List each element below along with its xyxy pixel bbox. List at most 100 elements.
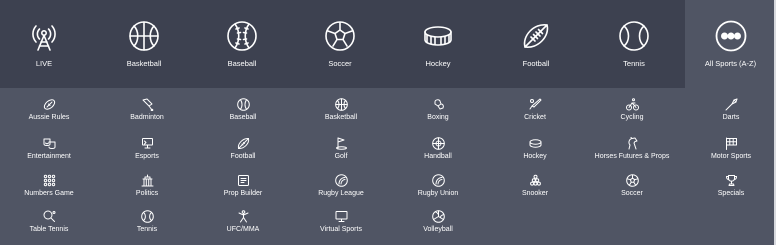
sport-item-golf[interactable]: Golf: [294, 137, 388, 171]
sport-label: Handball: [424, 153, 452, 160]
sport-label: Table Tennis: [29, 226, 69, 233]
sport-item-snooker[interactable]: Snooker: [488, 174, 582, 208]
sport-item-volleyball[interactable]: Volleyball: [391, 210, 485, 244]
sport-label: Rugby Union: [417, 190, 459, 197]
sport-label: Basketball: [324, 114, 358, 121]
sport-item-specials[interactable]: Specials: [684, 174, 776, 208]
sport-label: Darts: [722, 114, 740, 121]
sport-item-football[interactable]: Football: [196, 137, 290, 171]
motor-sports-flag-icon: [725, 137, 738, 150]
badminton-icon: [141, 98, 154, 111]
sport-item-soccer[interactable]: Soccer: [585, 174, 679, 208]
nav-label: Baseball: [227, 59, 257, 68]
nav-label: Football: [522, 59, 550, 68]
numbers-game-icon: [43, 174, 56, 187]
sport-label: Specials: [717, 190, 745, 197]
sport-label: Baseball: [229, 114, 257, 121]
sport-label: Tennis: [136, 226, 158, 233]
ufc-mma-icon: [237, 210, 250, 223]
sport-item-cycling[interactable]: Cycling: [585, 98, 679, 132]
sport-label: Football: [230, 153, 256, 160]
nav-item-hockey[interactable]: Hockey: [392, 0, 484, 88]
sport-label: Boxing: [427, 114, 449, 121]
sport-label: Aussie Rules: [28, 114, 70, 121]
cycling-icon: [625, 98, 639, 111]
horse-icon: [626, 137, 639, 150]
sport-label: Numbers Game: [24, 190, 74, 197]
soccer-icon: [625, 174, 639, 187]
tennis-icon: [140, 210, 154, 223]
baseball-icon: [226, 20, 258, 52]
sport-label: Motor Sports: [710, 153, 752, 160]
sport-item-rugby-league[interactable]: Rugby League: [294, 174, 388, 208]
sport-label: Volleyball: [423, 226, 453, 233]
virtual-sports-icon: [335, 210, 348, 223]
football-icon: [237, 137, 250, 150]
sport-item-hockey[interactable]: Hockey: [488, 137, 582, 171]
tennis-ball-icon: [618, 20, 650, 52]
nav-label: Soccer: [328, 59, 352, 68]
sport-label: Soccer: [621, 190, 643, 197]
sport-item-horses-futures-props[interactable]: Horses Futures & Props: [585, 137, 679, 171]
boxing-icon: [432, 98, 445, 111]
sport-label: Virtual Sports: [320, 226, 362, 233]
sport-item-handball[interactable]: Handball: [391, 137, 485, 171]
nav-label: Tennis: [623, 59, 645, 68]
sport-item-motor-sports[interactable]: Motor Sports: [684, 137, 776, 171]
sport-item-entertainment[interactable]: Entertainment: [2, 137, 96, 171]
rugby-union-icon: [431, 174, 445, 187]
sport-label: Horses Futures & Props: [594, 153, 670, 160]
nav-item-basketball[interactable]: Basketball: [98, 0, 190, 88]
sport-item-boxing[interactable]: Boxing: [391, 98, 485, 132]
sport-label: Cycling: [620, 114, 644, 121]
nav-item-soccer[interactable]: Soccer: [294, 0, 386, 88]
sport-label: Rugby League: [318, 190, 364, 197]
sport-item-badminton[interactable]: Badminton: [100, 98, 194, 132]
nav-item-live[interactable]: LIVE: [0, 0, 88, 88]
sport-label: Hockey: [523, 153, 547, 160]
basketball-icon: [334, 98, 348, 111]
nav-item-tennis[interactable]: Tennis: [588, 0, 680, 88]
sport-item-numbers-game[interactable]: Numbers Game: [2, 174, 96, 208]
aussie-rules-icon: [43, 98, 56, 111]
entertainment-icon: [43, 137, 56, 150]
football-icon: [520, 20, 552, 52]
hockey-icon: [529, 137, 542, 150]
sport-item-ufc-mma[interactable]: UFC/MMA: [196, 210, 290, 244]
sports-top-nav: LIVE Basketball Baseball Soccer Hockey F…: [0, 0, 776, 88]
golf-icon: [335, 137, 348, 150]
nav-item-all-sports[interactable]: All Sports (A-Z): [685, 0, 776, 88]
sport-label: UFC/MMA: [226, 226, 260, 233]
sport-item-tennis[interactable]: Tennis: [100, 210, 194, 244]
sport-label: Prop Builder: [223, 190, 263, 197]
sport-item-cricket[interactable]: Cricket: [488, 98, 582, 132]
sport-item-table-tennis[interactable]: Table Tennis: [2, 210, 96, 244]
sport-item-aussie-rules[interactable]: Aussie Rules: [2, 98, 96, 132]
soccer-ball-icon: [324, 20, 356, 52]
sport-item-rugby-union[interactable]: Rugby Union: [391, 174, 485, 208]
sport-item-baseball[interactable]: Baseball: [196, 98, 290, 132]
more-dots-icon: [715, 20, 747, 52]
handball-icon: [431, 137, 445, 150]
sport-label: Snooker: [521, 190, 549, 197]
sport-item-darts[interactable]: Darts: [684, 98, 776, 132]
nav-item-football[interactable]: Football: [490, 0, 582, 88]
politics-icon: [141, 174, 154, 187]
sport-item-politics[interactable]: Politics: [100, 174, 194, 208]
sport-item-esports[interactable]: Esports: [100, 137, 194, 171]
prop-builder-icon: [237, 174, 250, 187]
nav-label: Hockey: [425, 59, 451, 68]
sport-label: Cricket: [524, 114, 546, 121]
specials-trophy-icon: [725, 174, 738, 187]
sport-item-virtual-sports[interactable]: Virtual Sports: [294, 210, 388, 244]
table-tennis-icon: [43, 210, 56, 223]
snooker-icon: [529, 174, 542, 187]
sport-label: Badminton: [130, 114, 164, 121]
rugby-league-icon: [334, 174, 348, 187]
nav-label: LIVE: [35, 59, 53, 68]
nav-item-baseball[interactable]: Baseball: [196, 0, 288, 88]
nav-label: Basketball: [126, 59, 162, 68]
volleyball-icon: [431, 210, 445, 223]
sport-item-prop-builder[interactable]: Prop Builder: [196, 174, 290, 208]
sport-item-basketball[interactable]: Basketball: [294, 98, 388, 132]
